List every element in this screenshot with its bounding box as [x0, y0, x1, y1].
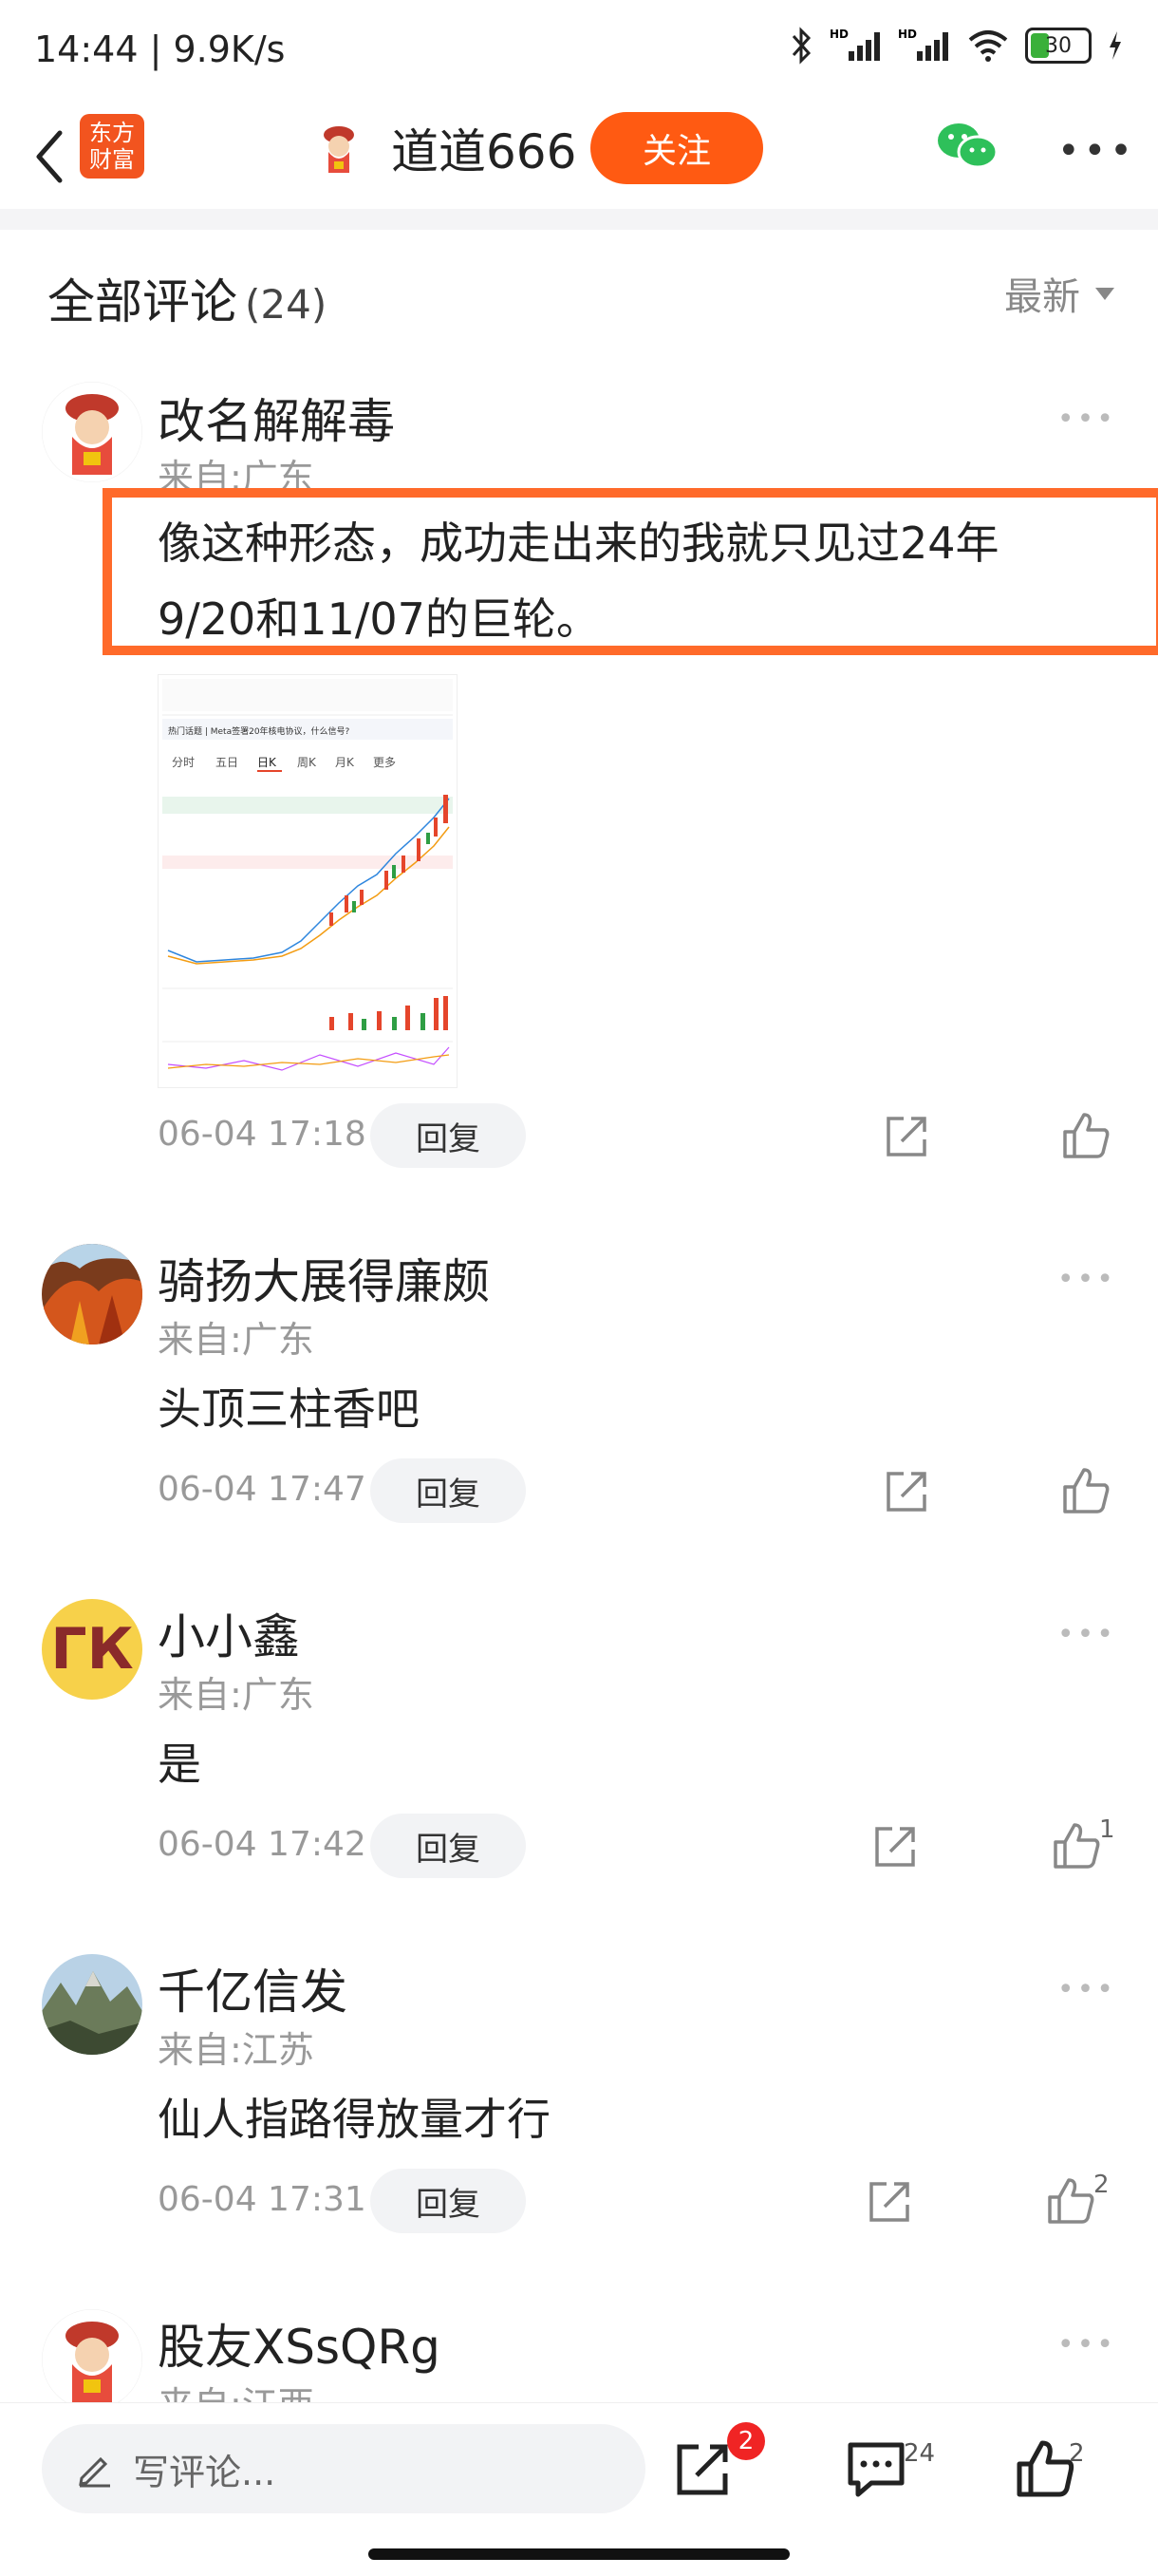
- thumbs-up-icon[interactable]: [1059, 1109, 1112, 1162]
- svg-text:HD: HD: [830, 28, 849, 41]
- back-button[interactable]: [21, 123, 78, 190]
- follow-button[interactable]: 关注: [590, 112, 763, 184]
- comment-count: 24: [904, 2439, 936, 2468]
- more-menu-button[interactable]: •••: [1057, 129, 1136, 173]
- battery-icon: 30: [1025, 28, 1092, 64]
- app-logo[interactable]: 东方 财富: [80, 114, 144, 179]
- bluetooth-icon: [792, 27, 812, 65]
- comment-author[interactable]: 股友XSsQRg: [158, 2309, 440, 2378]
- thumbs-up-icon[interactable]: [1050, 1819, 1103, 1872]
- comment-time: 06-04 17:31: [158, 2180, 366, 2219]
- reply-button[interactable]: 回复: [370, 1814, 526, 1878]
- header-divider: [0, 209, 1158, 230]
- logo-line1: 东方: [89, 120, 135, 146]
- share-icon[interactable]: [670, 2435, 737, 2502]
- thumb-tab: 周K: [297, 756, 317, 769]
- status-icons: HD HD 30: [790, 27, 1124, 65]
- share-badge: 2: [727, 2422, 765, 2460]
- avatar[interactable]: [42, 1244, 142, 1344]
- wifi-icon: [968, 30, 1008, 62]
- comment-location: 来自:江苏: [158, 2029, 314, 2071]
- write-comment-input[interactable]: 写评论...: [42, 2424, 645, 2513]
- battery-level: 30: [1045, 33, 1072, 58]
- like-count: 2: [1093, 2171, 1110, 2199]
- like-count: 1: [1099, 1815, 1115, 1844]
- signal-icon-2: HD: [898, 28, 948, 61]
- signal-icon: HD: [830, 28, 880, 61]
- comment-author[interactable]: 小小鑫: [158, 1599, 300, 1667]
- home-indicator[interactable]: [368, 2548, 790, 2560]
- chevron-left-icon: [36, 130, 63, 183]
- thumb-tab: 分时: [172, 756, 195, 769]
- stock-chart-thumbnail[interactable]: 热门话题 | Meta签署20年核电协议，什么信号? 分时 五日 日K 周K 月…: [158, 674, 458, 1088]
- comment-time: 06-04 17:47: [158, 1470, 366, 1509]
- comment-more-button[interactable]: •••: [1057, 1973, 1116, 2006]
- sort-label: 最新: [1004, 275, 1080, 319]
- thumb-headline: 热门话题 | Meta签署20年核电协议，什么信号?: [168, 725, 350, 737]
- comment-text: 头顶三柱香吧: [158, 1383, 420, 1435]
- reply-button[interactable]: 回复: [370, 1458, 526, 1523]
- share-icon[interactable]: [866, 2178, 913, 2226]
- highlight-annotation: [103, 488, 1158, 655]
- reply-button[interactable]: 回复: [370, 1103, 526, 1168]
- comment-time: 06-04 17:18: [158, 1115, 366, 1154]
- avatar[interactable]: [42, 1954, 142, 2055]
- comment-author[interactable]: 改名解解毒: [158, 384, 395, 452]
- svg-text:HD: HD: [898, 28, 917, 41]
- logo-line2: 财富: [89, 146, 135, 173]
- comment-location: 来自:广东: [158, 1674, 314, 1716]
- share-icon[interactable]: [883, 1468, 930, 1515]
- thumb-tab: 日K: [257, 756, 277, 769]
- comments-heading: 全部评论 (24): [47, 264, 327, 332]
- share-icon[interactable]: [871, 1823, 919, 1871]
- status-bar: 14:44 | 9.9K/s HD HD 30: [0, 0, 1158, 104]
- comment-more-button[interactable]: •••: [1057, 1263, 1116, 1296]
- sort-dropdown[interactable]: 最新: [1004, 266, 1114, 321]
- avatar[interactable]: [42, 2309, 142, 2410]
- comments-title: 全部评论: [47, 274, 237, 329]
- stock-chart-image: 热门话题 | Meta签署20年核电协议，什么信号? 分时 五日 日K 周K 月…: [159, 675, 457, 1087]
- thumbs-up-icon[interactable]: [1044, 2174, 1097, 2228]
- thumb-tab: 五日: [215, 756, 238, 769]
- comments-count: (24): [245, 281, 327, 328]
- pencil-icon: [79, 2456, 110, 2488]
- write-comment-placeholder: 写评论...: [133, 2451, 276, 2493]
- comment-time: 06-04 17:42: [158, 1825, 366, 1864]
- comment-more-button[interactable]: •••: [1057, 2328, 1116, 2361]
- comment-text: 是: [158, 1739, 201, 1790]
- share-icon[interactable]: [883, 1113, 930, 1160]
- comment-location: 来自:广东: [158, 1319, 314, 1361]
- comment-text: 仙人指路得放量才行: [158, 2094, 551, 2145]
- comment-more-button[interactable]: •••: [1057, 1618, 1116, 1651]
- charging-icon: [1110, 31, 1121, 60]
- status-time: 14:44 | 9.9K/s: [34, 28, 286, 70]
- avatar[interactable]: ГК: [42, 1599, 142, 1700]
- comment-more-button[interactable]: •••: [1057, 403, 1116, 436]
- like-count: 2: [1069, 2439, 1085, 2468]
- thumb-tab: 更多: [373, 756, 396, 769]
- avatar-initials: ГК: [50, 1616, 134, 1683]
- reply-button[interactable]: 回复: [370, 2169, 526, 2233]
- comment-author[interactable]: 千亿信发: [158, 1954, 347, 2022]
- comment-icon[interactable]: [843, 2435, 909, 2502]
- wechat-icon[interactable]: [934, 118, 1000, 175]
- author-name[interactable]: 道道666: [391, 114, 576, 182]
- avatar[interactable]: [42, 382, 142, 482]
- author-avatar[interactable]: [309, 120, 368, 179]
- thumbs-up-icon[interactable]: [1059, 1464, 1112, 1517]
- comment-author[interactable]: 骑扬大展得廉颇: [158, 1244, 490, 1312]
- caret-down-icon: [1095, 287, 1114, 300]
- thumb-tab: 月K: [335, 756, 355, 769]
